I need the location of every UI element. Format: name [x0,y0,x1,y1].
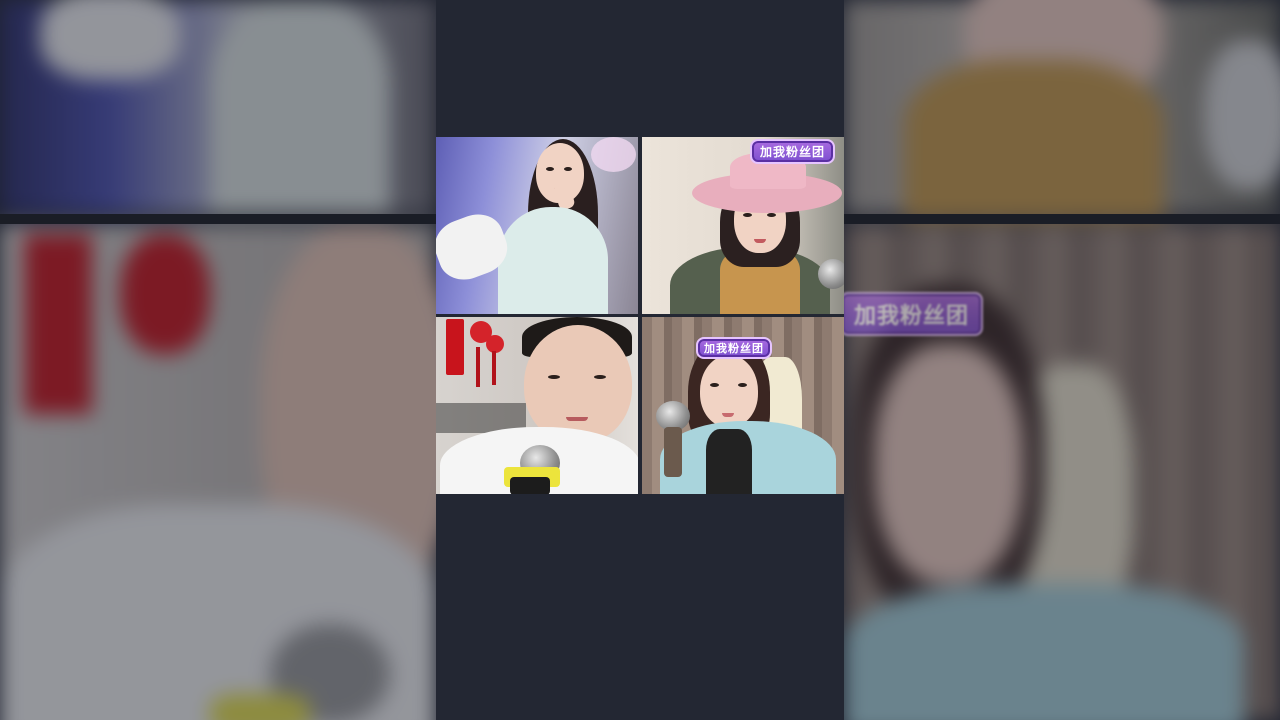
multi-guest-video-grid: 加我粉丝团 加我粉丝团 [436,137,844,494]
backdrop-streamer-3 [0,224,436,720]
right-blurred-backdrop: 加我粉丝团 [844,0,1280,720]
backdrop-streamer-1 [0,0,436,214]
streamer-1-figure [436,137,638,314]
fan-club-badge[interactable]: 加我粉丝团 [750,139,836,164]
backdrop-fan-club-badge: 加我粉丝团 [844,292,984,336]
backdrop-divider [0,214,436,224]
streamer-3-figure [436,317,638,494]
fan-club-badge[interactable]: 加我粉丝团 [696,337,772,359]
video-column: 加我粉丝团 加我粉丝团 [436,0,844,720]
backdrop-streamer-2 [844,0,1280,220]
backdrop-divider [844,214,1280,224]
video-tile-4[interactable]: 加我粉丝团 [642,317,844,494]
video-tile-3[interactable] [436,317,638,494]
left-blurred-backdrop [0,0,436,720]
video-tile-1[interactable] [436,137,638,314]
video-tile-2[interactable]: 加我粉丝团 [642,137,844,314]
